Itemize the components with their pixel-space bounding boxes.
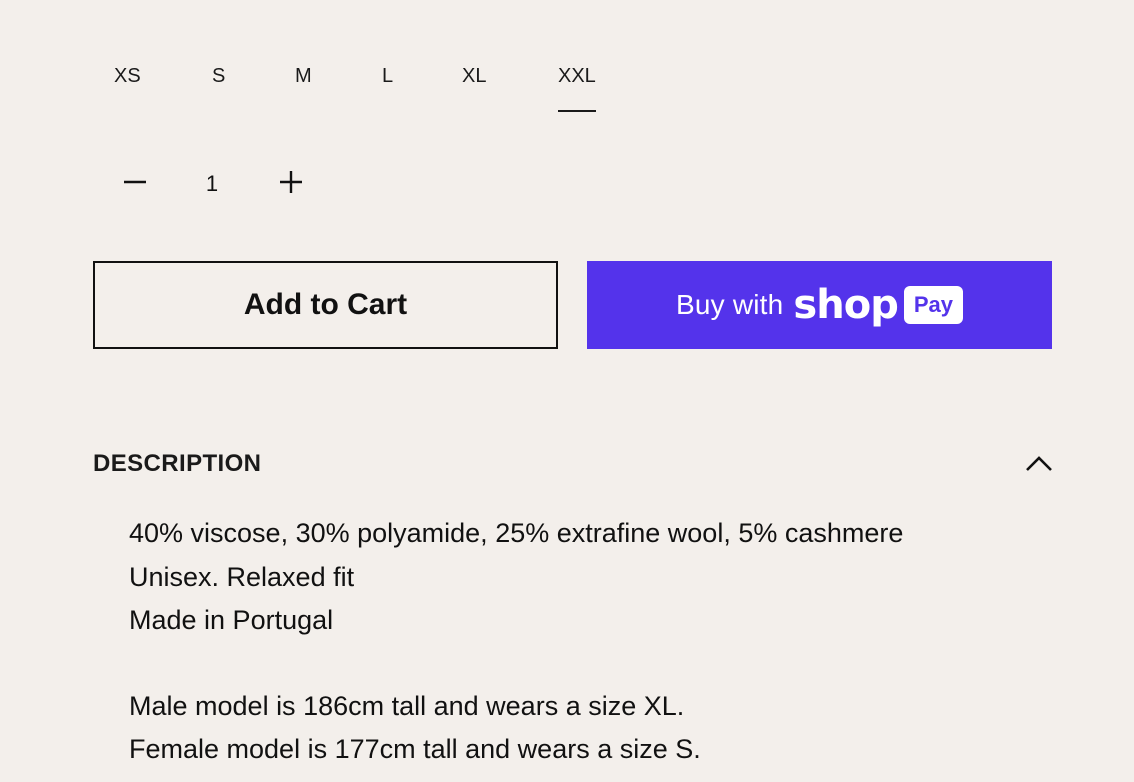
description-title: DESCRIPTION — [93, 450, 262, 477]
description-line: Made in Portugal — [129, 605, 334, 635]
description-line: Unisex. Relaxed fit — [129, 561, 355, 592]
description-line: Male model is 186cm tall and wears a siz… — [129, 690, 685, 721]
plus-icon — [280, 171, 302, 193]
quantity-value[interactable]: 1 — [196, 168, 228, 200]
chevron-up-icon — [1026, 456, 1052, 471]
shop-pay-badge: Pay — [903, 286, 963, 324]
size-option-xxl[interactable]: XXL — [558, 62, 596, 112]
size-option-xl[interactable]: XL — [462, 62, 486, 112]
size-option-m[interactable]: M — [295, 62, 312, 112]
size-option-xs[interactable]: XS — [114, 62, 141, 112]
increment-button[interactable] — [271, 160, 311, 204]
description-line: Female model is 177cm tall and wears a s… — [129, 734, 701, 764]
add-to-cart-button[interactable]: Add to Cart — [93, 261, 558, 349]
description-content: 40% viscose, 30% polyamide, 25% extrafin… — [129, 512, 1029, 772]
add-to-cart-label: Add to Cart — [243, 288, 408, 321]
decrement-button[interactable] — [115, 160, 155, 204]
shop-pay-button[interactable]: Buy with shop Pay — [587, 261, 1052, 349]
size-option-l[interactable]: L — [382, 62, 393, 112]
description-line: 40% viscose, 30% polyamide, 25% extrafin… — [129, 518, 904, 548]
minus-icon — [124, 180, 146, 184]
shop-pay-prefix: Buy with — [676, 289, 784, 320]
size-option-s[interactable]: S — [212, 62, 225, 112]
description-toggle[interactable]: DESCRIPTION — [93, 448, 1055, 484]
shop-pay-logo: shop — [793, 282, 898, 328]
